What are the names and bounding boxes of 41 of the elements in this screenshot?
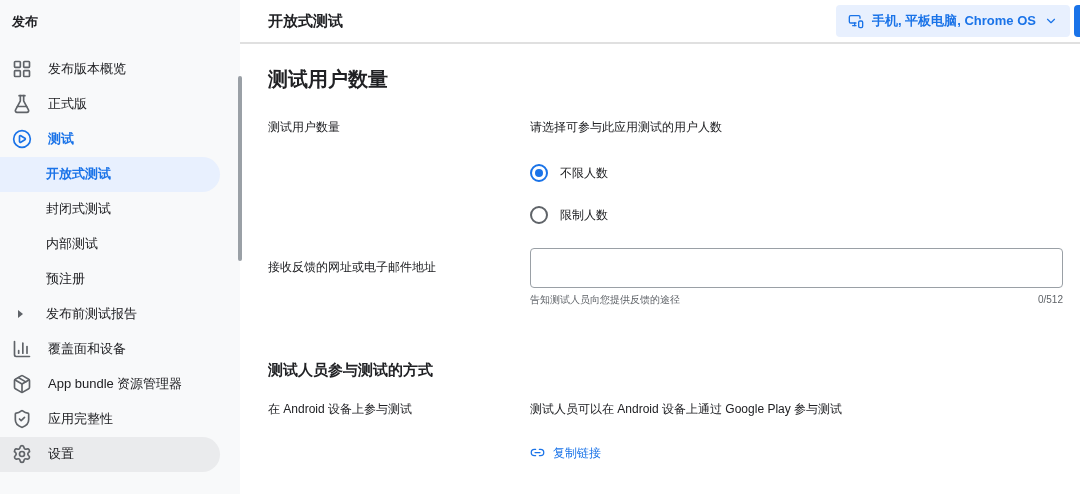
section-heading: 测试人员参与测试的方式 [268, 360, 434, 380]
caret-right-icon [18, 310, 23, 318]
devices-icon [848, 13, 865, 29]
sidebar-item[interactable]: 设置 [0, 436, 220, 472]
radio-label: 不限人数 [560, 165, 608, 182]
sidebar-title: 发布 [11, 13, 39, 31]
bar-chart-icon [12, 339, 32, 359]
sidebar-item[interactable]: 发布版本概览 [0, 51, 220, 87]
sidebar-item[interactable]: App bundle 资源管理器 [0, 366, 220, 402]
sidebar-subitem[interactable]: 封闭式测试 [0, 191, 220, 227]
sidebar-subitem[interactable]: 发布前测试报告 [0, 296, 220, 332]
helper-text: 告知测试人员向您提供反馈的途径 [530, 293, 680, 307]
settings-icon [12, 444, 32, 464]
radio-label: 限制人数 [560, 207, 608, 224]
character-counter: 0/512 [1037, 293, 1063, 307]
scrollbar[interactable] [238, 76, 242, 261]
copy-link[interactable]: 复制链接 [530, 443, 843, 462]
section-heading: 测试用户数量 [268, 67, 389, 92]
action-button[interactable] [1074, 5, 1080, 37]
radio-button[interactable] [530, 206, 548, 224]
flask-icon [12, 94, 32, 114]
sidebar-item[interactable]: 测试 [0, 121, 220, 157]
play-circle-icon [12, 129, 32, 149]
grid-icon [12, 59, 32, 79]
field-label: 接收反馈的网址或电子邮件地址 [268, 259, 437, 276]
field-label: 测试用户数量 [268, 119, 341, 136]
page-title: 开放式测试 [268, 10, 343, 31]
input-field[interactable] [530, 248, 1063, 288]
radio-button[interactable] [530, 164, 548, 182]
field-label: 在 Android 设备上参与测试 [268, 400, 414, 418]
device-selector[interactable]: 手机, 平板电脑, Chrome OS [836, 5, 1070, 37]
shield-icon [12, 409, 32, 429]
sidebar-item[interactable]: 正式版 [0, 86, 220, 122]
package-icon [12, 374, 32, 394]
sidebar-item[interactable]: 应用完整性 [0, 401, 220, 437]
field-description: 测试人员可以在 Android 设备上通过 Google Play 参与测试 [530, 400, 843, 418]
field-description: 请选择可参与此应用测试的用户人数 [530, 119, 723, 136]
sidebar-subitem[interactable]: 开放式测试 [0, 156, 220, 192]
sidebar-subitem[interactable]: 预注册 [0, 261, 220, 297]
sidebar-item[interactable]: 覆盖面和设备 [0, 331, 220, 367]
sidebar-subitem[interactable]: 内部测试 [0, 226, 220, 262]
